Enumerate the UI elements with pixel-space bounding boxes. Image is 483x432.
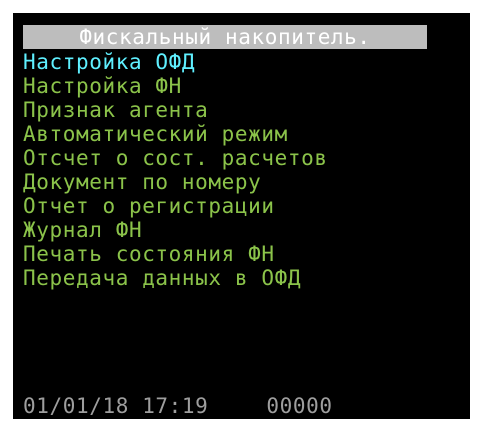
document-counter: 00000 xyxy=(266,394,333,418)
menu-item-send-data-to-ofd[interactable]: Передача данных в ОФД xyxy=(23,266,328,290)
fn-menu: Настройка ОФД Настройка ФН Признак агент… xyxy=(23,50,328,290)
menu-item-fn-journal[interactable]: Журнал ФН xyxy=(23,218,328,242)
datetime-readout: 01/01/18 17:19 xyxy=(23,394,209,418)
menu-item-ofd-settings[interactable]: Настройка ОФД xyxy=(23,50,328,74)
status-bar: 01/01/18 17:19 00000 xyxy=(23,394,333,418)
menu-item-document-by-number[interactable]: Документ по номеру xyxy=(23,170,328,194)
menu-item-registration-report[interactable]: Отчет о регистрации xyxy=(23,194,328,218)
menu-item-agent-attribute[interactable]: Признак агента xyxy=(23,98,328,122)
menu-item-automatic-mode[interactable]: Автоматический режим xyxy=(23,122,328,146)
menu-item-print-fn-status[interactable]: Печать состояния ФН xyxy=(23,242,328,266)
screen-title: Фискальный накопитель. xyxy=(23,25,427,49)
menu-item-fn-settings[interactable]: Настройка ФН xyxy=(23,74,328,98)
menu-item-settlement-status-report[interactable]: Отсчет о сост. расчетов xyxy=(23,146,328,170)
device-screen: Фискальный накопитель. Настройка ОФД Нас… xyxy=(13,13,470,419)
